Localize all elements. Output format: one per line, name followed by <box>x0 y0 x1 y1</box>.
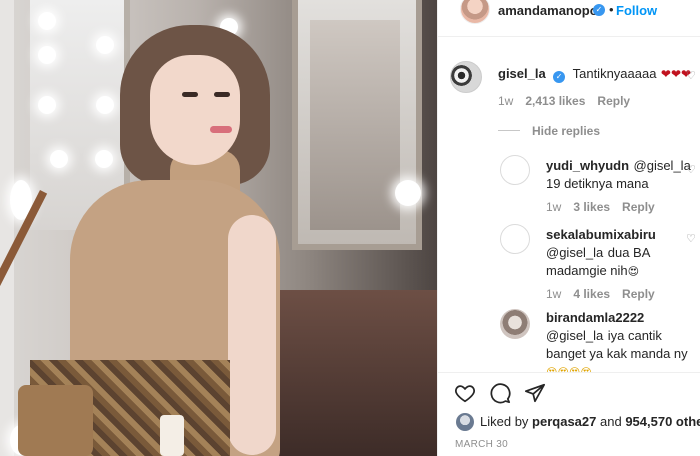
post-date[interactable]: MARCH 30 <box>455 439 508 450</box>
reply-time[interactable]: 1w <box>546 200 561 214</box>
reply-button[interactable]: Reply <box>597 94 630 108</box>
verified-badge-icon: ✓ <box>593 4 605 16</box>
reply-body: yudi_whyudn @gisel_la 19 detiknya mana <box>546 157 696 193</box>
handbag <box>18 385 93 456</box>
mirror-reflection <box>310 20 400 230</box>
waist-ribbon <box>160 415 184 456</box>
subject-arm <box>228 215 276 455</box>
comment-item: gisel_la ✓ Tantiknyaaaaa ❤❤❤ 1w 2,413 li… <box>438 37 700 147</box>
hide-replies-line <box>498 130 520 131</box>
reply-item: birandamla2222 @gisel_la iya cantik bang… <box>438 307 700 372</box>
reply-body: sekalabumixabiru @gisel_la dua BA madamg… <box>546 226 696 281</box>
comment-likes[interactable]: 2,413 likes <box>525 94 585 108</box>
replier-avatar[interactable] <box>500 309 530 339</box>
reply-username[interactable]: sekalabumixabiru <box>546 227 656 242</box>
liker-avatar[interactable] <box>456 413 474 431</box>
reply-mention[interactable]: @gisel_la <box>546 245 603 260</box>
vanity-bulb <box>96 96 114 114</box>
vanity-bulb <box>96 36 114 54</box>
post-photo[interactable] <box>0 0 437 456</box>
liked-by-user[interactable]: perqasa27 <box>532 414 596 429</box>
subject-eye <box>214 92 230 97</box>
reply-item: sekalabumixabiru @gisel_la dua BA madamg… <box>438 224 700 304</box>
photo-edge <box>0 0 14 456</box>
subject-lips <box>210 126 232 133</box>
liked-by-text: Liked by perqasa27 and 954,570 others <box>480 414 700 429</box>
replier-avatar[interactable] <box>500 155 530 185</box>
verified-badge-icon: ✓ <box>553 71 566 83</box>
small-heart-icon[interactable]: ♡ <box>686 69 696 82</box>
vanity-bulb <box>50 150 68 168</box>
post-side-panel: amandamanopo ✓ • Follow gisel_la ✓ Tanti… <box>437 0 700 456</box>
liked-by-and: and <box>600 414 622 429</box>
reply-item: yudi_whyudn @gisel_la 19 detiknya mana 1… <box>438 151 700 221</box>
subject-face <box>150 55 240 165</box>
reply-username[interactable]: birandamla2222 <box>546 310 644 325</box>
heart-icon[interactable] <box>454 382 476 404</box>
vanity-bulb <box>38 96 56 114</box>
reply-meta: 1w 3 likes Reply <box>546 200 655 214</box>
vanity-bulb <box>38 46 56 64</box>
reply-body: birandamla2222 @gisel_la iya cantik bang… <box>546 309 696 372</box>
reply-mention[interactable]: @gisel_la <box>634 158 691 173</box>
vanity-bulb <box>38 12 56 30</box>
comment-body: gisel_la ✓ Tantiknyaaaaa ❤❤❤ <box>498 65 691 83</box>
subject-eye <box>182 92 198 97</box>
comments-list[interactable]: gisel_la ✓ Tantiknyaaaaa ❤❤❤ 1w 2,413 li… <box>438 37 700 372</box>
comment-text: Tantiknyaaaaa <box>572 66 657 81</box>
reply-button[interactable]: Reply <box>622 200 655 214</box>
reply-time[interactable]: 1w <box>546 287 561 301</box>
reply-username[interactable]: yudi_whyudn <box>546 158 629 173</box>
reply-likes[interactable]: 3 likes <box>573 200 610 214</box>
vanity-counter <box>270 290 437 456</box>
actions-divider <box>438 372 700 373</box>
small-heart-icon[interactable]: ♡ <box>686 163 696 176</box>
reply-text: 19 detiknya mana <box>546 176 649 191</box>
small-heart-icon[interactable]: ♡ <box>686 232 696 245</box>
owner-avatar[interactable] <box>460 0 490 24</box>
liked-by-others[interactable]: 954,570 others <box>625 414 700 429</box>
instagram-post-view: amandamanopo ✓ • Follow gisel_la ✓ Tanti… <box>0 0 700 456</box>
vanity-bulb <box>95 150 113 168</box>
follow-button[interactable]: Follow <box>616 3 657 18</box>
comment-meta: 1w 2,413 likes Reply <box>498 94 630 108</box>
commenter-avatar[interactable] <box>450 61 482 93</box>
comment-username[interactable]: gisel_la <box>498 66 546 81</box>
smile-emoji: 😍 <box>627 265 640 278</box>
owner-username[interactable]: amandamanopo <box>498 3 598 18</box>
vanity-bulb <box>395 180 421 206</box>
reply-button[interactable]: Reply <box>622 287 655 301</box>
comment-bubble-icon[interactable] <box>489 382 511 404</box>
header-separator: • <box>609 2 614 17</box>
comment-time[interactable]: 1w <box>498 94 513 108</box>
reply-likes[interactable]: 4 likes <box>573 287 610 301</box>
replier-avatar[interactable] <box>500 224 530 254</box>
hide-replies-button[interactable]: Hide replies <box>532 124 600 138</box>
liked-by-prefix: Liked by <box>480 414 529 429</box>
paper-plane-icon[interactable] <box>524 382 546 404</box>
reply-meta: 1w 4 likes Reply <box>546 287 655 301</box>
post-header: amandamanopo ✓ • Follow <box>438 0 700 28</box>
reply-mention[interactable]: @gisel_la <box>546 328 603 343</box>
